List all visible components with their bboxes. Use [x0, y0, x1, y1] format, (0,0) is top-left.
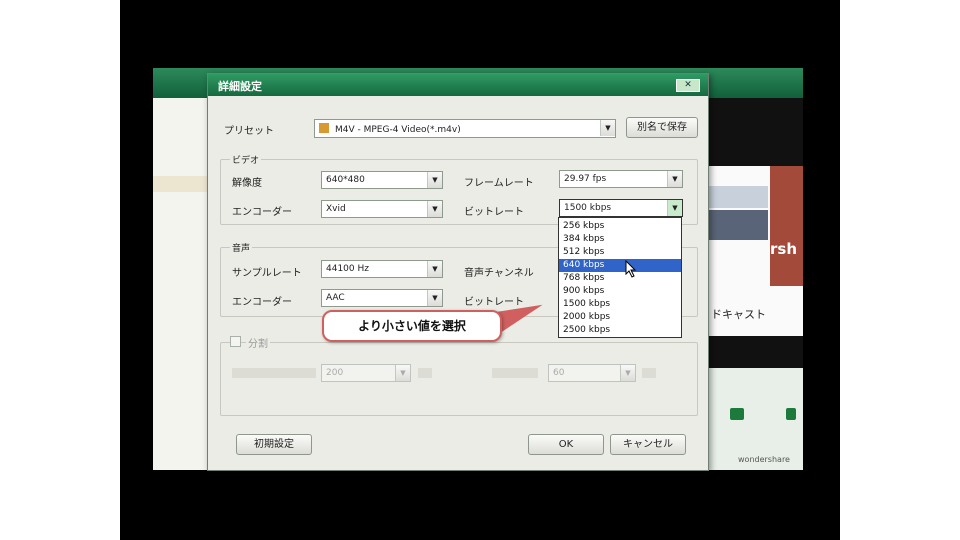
close-icon: ✕ — [684, 80, 692, 90]
split-time-unit — [642, 368, 656, 378]
thumbnail — [708, 186, 768, 208]
speaker-icon — [786, 408, 796, 420]
save-as-button[interactable]: 別名で保存 — [626, 117, 698, 138]
resolution-label: 解像度 — [232, 178, 262, 189]
thumbnail — [770, 166, 803, 286]
split-size-unit — [418, 368, 432, 378]
split-size-spinner[interactable]: 200 ▼ — [321, 364, 411, 382]
background-brand-fragment: rsh — [770, 240, 798, 258]
audio-encoder-select[interactable]: AAC ▼ — [321, 289, 443, 307]
split-time-value: 60 — [553, 368, 565, 378]
thumbnail — [708, 210, 768, 240]
video-encoder-value: Xvid — [326, 204, 346, 214]
spinner-arrows-icon: ▼ — [620, 365, 635, 381]
video-encoder-label: エンコーダー — [232, 207, 292, 218]
bitrate-option[interactable]: 512 kbps — [559, 246, 681, 259]
resolution-value: 640*480 — [326, 175, 365, 185]
chevron-down-icon: ▼ — [667, 200, 682, 216]
audio-encoder-label: エンコーダー — [232, 297, 292, 308]
dialog-title: 詳細設定 — [218, 80, 262, 93]
chevron-down-icon: ▼ — [427, 201, 442, 217]
audio-encoder-value: AAC — [326, 293, 345, 303]
split-size-label — [232, 368, 316, 378]
annotation-callout: より小さい値を選択 — [322, 310, 502, 342]
chevron-down-icon: ▼ — [427, 172, 442, 188]
ok-button[interactable]: OK — [528, 434, 604, 455]
audio-channel-label: 音声チャンネル — [464, 268, 534, 279]
cancel-button[interactable]: キャンセル — [610, 434, 686, 455]
bitrate-option[interactable]: 2500 kbps — [559, 324, 681, 337]
sample-rate-label: サンプルレート — [232, 268, 302, 279]
bitrate-dropdown-list[interactable]: 256 kbps 384 kbps 512 kbps 640 kbps 768 kbps… — [558, 217, 682, 338]
frame-rate-label: フレームレート — [464, 178, 534, 189]
audio-group-label: 音声 — [230, 241, 253, 254]
reset-defaults-button[interactable]: 初期設定 — [236, 434, 312, 455]
dialog-titlebar: 詳細設定 ✕ — [208, 74, 708, 96]
resolution-select[interactable]: 640*480 ▼ — [321, 171, 443, 189]
bitrate-option[interactable]: 768 kbps — [559, 272, 681, 285]
bitrate-option[interactable]: 1500 kbps — [559, 298, 681, 311]
bitrate-option[interactable]: 384 kbps — [559, 233, 681, 246]
video-bitrate-select[interactable]: 1500 kbps ▼ — [559, 199, 683, 217]
mouse-cursor-icon — [625, 260, 637, 278]
video-bitrate-label: ビットレート — [464, 207, 524, 218]
frame-rate-select[interactable]: 29.97 fps ▼ — [559, 170, 683, 188]
video-encoder-select[interactable]: Xvid ▼ — [321, 200, 443, 218]
video-bitrate-value: 1500 kbps — [564, 203, 612, 213]
sample-rate-value: 44100 Hz — [326, 264, 369, 274]
split-label: 分割 — [246, 335, 270, 350]
chevron-down-icon: ▼ — [667, 171, 682, 187]
background-brand-text: wondershare — [738, 455, 790, 464]
camera-icon — [730, 408, 744, 420]
bitrate-option[interactable]: 2000 kbps — [559, 311, 681, 324]
preset-label: プリセット — [224, 126, 274, 137]
chevron-down-icon: ▼ — [427, 290, 442, 306]
spinner-arrows-icon: ▼ — [395, 365, 410, 381]
preset-select[interactable]: M4V - MPEG-4 Video(*.m4v) ▼ — [314, 119, 616, 138]
sample-rate-select[interactable]: 44100 Hz ▼ — [321, 260, 443, 278]
close-button[interactable]: ✕ — [676, 79, 700, 92]
split-time-spinner[interactable]: 60 ▼ — [548, 364, 636, 382]
preset-value: M4V - MPEG-4 Video(*.m4v) — [335, 125, 461, 135]
bitrate-option[interactable]: 256 kbps — [559, 220, 681, 233]
frame-rate-value: 29.97 fps — [564, 174, 607, 184]
split-time-label — [492, 368, 538, 378]
split-checkbox[interactable] — [230, 336, 241, 347]
video-file-icon — [319, 123, 329, 133]
split-size-value: 200 — [326, 368, 344, 378]
background-left-panel — [153, 98, 208, 470]
chevron-down-icon: ▼ — [427, 261, 442, 277]
background-label: ドキャスト — [711, 308, 766, 321]
background-selected-row — [153, 176, 208, 192]
bitrate-option[interactable]: 640 kbps — [559, 259, 681, 272]
bitrate-option[interactable]: 900 kbps — [559, 285, 681, 298]
chevron-down-icon: ▼ — [600, 120, 615, 136]
video-group-label: ビデオ — [230, 153, 262, 166]
